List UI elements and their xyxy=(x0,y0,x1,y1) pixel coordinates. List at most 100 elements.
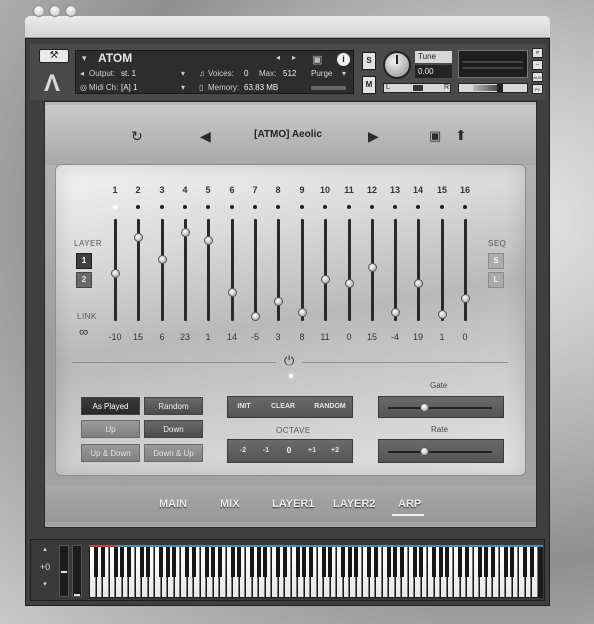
step-slider-handle[interactable] xyxy=(251,312,260,321)
export-icon[interactable]: ⬆ xyxy=(455,127,467,144)
pv-button[interactable]: PV xyxy=(532,84,543,94)
prev-instrument-icon[interactable]: ◂ xyxy=(276,53,280,62)
link-icon[interactable]: ∞ xyxy=(79,324,88,339)
next-instrument-icon[interactable]: ▸ xyxy=(292,53,296,62)
black-key[interactable] xyxy=(230,546,235,577)
aux-button[interactable]: AUX xyxy=(532,72,543,82)
prev-preset-icon[interactable]: ◀ xyxy=(200,128,211,145)
minimize-instrument-icon[interactable]: – xyxy=(532,60,543,70)
output-dropdown-icon[interactable]: ▾ xyxy=(181,69,185,78)
step-slider[interactable] xyxy=(394,219,397,321)
black-key[interactable] xyxy=(490,546,495,577)
black-key[interactable] xyxy=(263,546,267,577)
transpose-up-icon[interactable]: ▴ xyxy=(35,545,55,553)
step-slider[interactable] xyxy=(417,219,420,321)
midi-dropdown-icon[interactable]: ▾ xyxy=(181,83,185,92)
black-key[interactable] xyxy=(386,546,391,577)
next-preset-icon[interactable]: ▶ xyxy=(368,128,379,145)
rate-handle[interactable] xyxy=(420,447,429,456)
black-key[interactable] xyxy=(172,546,176,577)
tab-main[interactable]: MAIN xyxy=(159,498,187,510)
step-slider-handle[interactable] xyxy=(134,233,143,242)
black-key[interactable] xyxy=(432,546,436,577)
step-slider-handle[interactable] xyxy=(368,263,377,272)
step-slider-handle[interactable] xyxy=(461,294,470,303)
step-slider-handle[interactable] xyxy=(228,288,237,297)
octave-plus-2[interactable]: +2 xyxy=(326,447,344,454)
up-down-button[interactable]: Up & Down xyxy=(81,444,140,462)
step-slider-handle[interactable] xyxy=(414,279,423,288)
black-key[interactable] xyxy=(484,546,488,577)
seq-l-button[interactable]: L xyxy=(488,272,504,288)
octave-minus-1[interactable]: -1 xyxy=(257,447,275,454)
midi-channel-select[interactable]: [A] 1 xyxy=(121,83,137,92)
window-zoom-button[interactable] xyxy=(65,5,77,17)
output-select[interactable]: st. 1 xyxy=(121,69,136,78)
black-key[interactable] xyxy=(373,546,378,577)
black-key[interactable] xyxy=(412,546,417,577)
wrench-icon[interactable]: ⚒ xyxy=(39,49,69,63)
info-icon[interactable]: i xyxy=(337,53,350,66)
black-key[interactable] xyxy=(308,546,313,577)
black-key[interactable] xyxy=(217,546,222,577)
step-slider-handle[interactable] xyxy=(438,310,447,319)
octave-plus-1[interactable]: +1 xyxy=(303,447,321,454)
black-key[interactable] xyxy=(94,546,98,577)
step-slider[interactable] xyxy=(207,219,210,321)
tab-arp[interactable]: ARP xyxy=(398,498,421,510)
step-slider[interactable] xyxy=(324,219,327,321)
window-minimize-button[interactable] xyxy=(49,5,61,17)
step-slider[interactable] xyxy=(231,219,234,321)
black-key[interactable] xyxy=(100,546,105,577)
pan-handle[interactable] xyxy=(413,85,423,91)
step-slider[interactable] xyxy=(348,219,351,321)
volume-slider[interactable] xyxy=(458,83,528,93)
power-icon[interactable]: ⏻ xyxy=(284,353,294,369)
max-voices-value[interactable]: 512 xyxy=(283,69,296,78)
pan-slider[interactable]: L R xyxy=(383,83,451,93)
pitch-wheel[interactable] xyxy=(59,545,69,597)
black-key[interactable] xyxy=(256,546,261,577)
step-slider-handle[interactable] xyxy=(298,308,307,317)
black-key[interactable] xyxy=(503,546,508,577)
black-key[interactable] xyxy=(185,546,189,577)
black-key[interactable] xyxy=(510,546,514,577)
step-slider[interactable] xyxy=(254,219,257,321)
black-key[interactable] xyxy=(146,546,150,577)
black-key[interactable] xyxy=(458,546,462,577)
black-key[interactable] xyxy=(393,546,397,577)
tab-layer2[interactable]: LAYER2 xyxy=(333,498,375,510)
step-slider-handle[interactable] xyxy=(111,269,120,278)
camera-icon[interactable]: ▣ xyxy=(312,53,322,66)
black-key[interactable] xyxy=(302,546,306,577)
black-key[interactable] xyxy=(237,546,241,577)
black-key[interactable] xyxy=(367,546,371,577)
up-button[interactable]: Up xyxy=(81,420,140,438)
black-key[interactable] xyxy=(399,546,404,577)
seq-s-button[interactable]: S xyxy=(488,253,504,269)
black-key[interactable] xyxy=(250,546,254,577)
volume-handle[interactable] xyxy=(497,84,503,92)
layer-1-button[interactable]: 1 xyxy=(76,253,92,269)
black-key[interactable] xyxy=(204,546,209,577)
step-slider-handle[interactable] xyxy=(345,279,354,288)
layer-2-button[interactable]: 2 xyxy=(76,272,92,288)
black-key[interactable] xyxy=(126,546,131,577)
step-slider[interactable] xyxy=(464,219,467,321)
purge-menu[interactable]: Purge xyxy=(311,69,332,78)
save-icon[interactable]: ▣ xyxy=(429,128,441,144)
step-slider-handle[interactable] xyxy=(204,236,213,245)
black-key[interactable] xyxy=(419,546,423,577)
black-key[interactable] xyxy=(159,546,163,577)
down-button[interactable]: Down xyxy=(144,420,203,438)
close-instrument-icon[interactable]: ✕ xyxy=(532,48,543,58)
black-key[interactable] xyxy=(438,546,443,577)
black-key[interactable] xyxy=(328,546,332,577)
step-slider-handle[interactable] xyxy=(274,297,283,306)
black-key[interactable] xyxy=(139,546,144,577)
random-button[interactable]: Random xyxy=(144,397,203,415)
gate-handle[interactable] xyxy=(420,403,429,412)
purge-dropdown-icon[interactable]: ▾ xyxy=(342,69,346,78)
step-slider[interactable] xyxy=(441,219,444,321)
black-key[interactable] xyxy=(347,546,352,577)
